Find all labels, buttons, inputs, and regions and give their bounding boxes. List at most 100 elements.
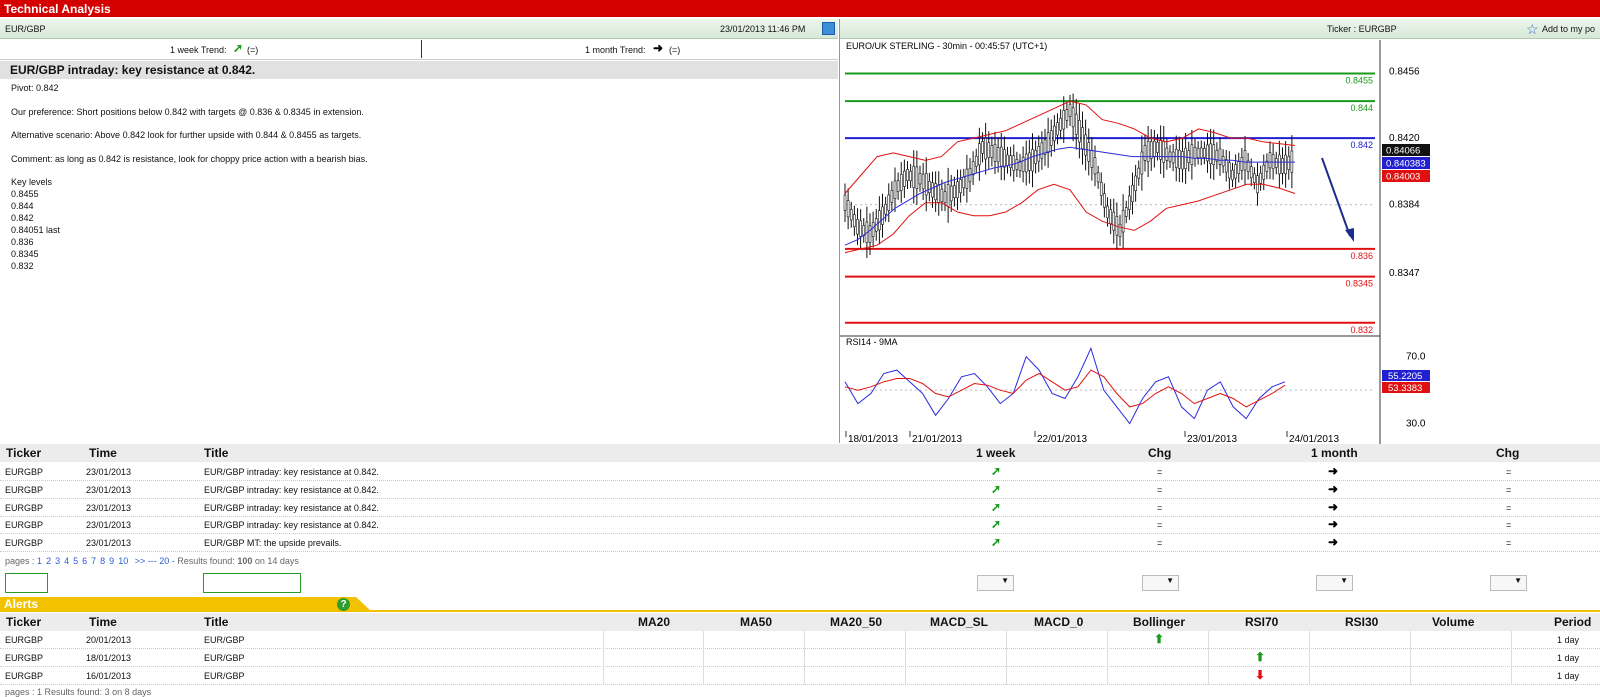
down-arrow-icon: ⬇: [1255, 667, 1266, 682]
price-candle: [956, 181, 959, 199]
price-candle: [1184, 147, 1187, 169]
col-ticker[interactable]: Ticker: [6, 446, 41, 460]
alerts-col-ticker[interactable]: Ticker: [6, 615, 41, 629]
alert-time: 16/01/2013: [86, 670, 132, 681]
row-title-link[interactable]: EUR/GBP intraday: key resistance at 0.84…: [204, 520, 379, 530]
alert-cell: [1309, 648, 1310, 667]
page-link[interactable]: 9: [109, 556, 114, 566]
price-candle: [1009, 155, 1012, 168]
row-title-link[interactable]: EUR/GBP intraday: key resistance at 0.84…: [204, 467, 379, 477]
alerts-col-title[interactable]: Title: [204, 615, 228, 629]
alerts-col-time[interactable]: Time: [89, 615, 117, 629]
alerts-col-macd-sl[interactable]: MACD_SL: [930, 615, 988, 629]
chg-filter-select[interactable]: ▼: [1142, 575, 1179, 591]
month-filter-select[interactable]: ▼: [1316, 575, 1353, 591]
star-icon[interactable]: ☆: [1526, 21, 1539, 38]
alert-title[interactable]: EUR/GBP: [204, 635, 245, 645]
calendar-icon[interactable]: [822, 22, 835, 35]
price-candle: [843, 194, 847, 211]
price-candle: [1234, 164, 1237, 179]
alert-row[interactable]: EURGBP 20/01/2013 EUR/GBP ⬆ 1 day: [0, 631, 1600, 649]
table-row[interactable]: EURGBP 23/01/2013 EUR/GBP intraday: key re…: [0, 516, 1600, 535]
price-candle: [1131, 184, 1134, 203]
up-arrow-icon: ⬆: [1255, 649, 1266, 664]
col-title[interactable]: Title: [204, 446, 228, 460]
alerts-col-bollinger[interactable]: Bollinger: [1133, 615, 1185, 629]
alert-cell: [1107, 666, 1108, 685]
page-link[interactable]: 2: [46, 556, 51, 566]
alert-cell: [1410, 648, 1411, 667]
alert-row[interactable]: EURGBP 16/01/2013 EUR/GBP ⬇ 1 day: [0, 666, 1600, 685]
week-trend-value: (=): [247, 45, 259, 55]
page-link[interactable]: 6: [82, 556, 87, 566]
price-candle: [974, 155, 978, 167]
chg2-filter-select[interactable]: ▼: [1490, 575, 1527, 591]
col-1-week[interactable]: 1 week: [976, 446, 1015, 460]
alerts-col-ma50[interactable]: MA50: [740, 615, 772, 629]
title-filter-input[interactable]: [203, 573, 301, 593]
price-chart[interactable]: 0.8455 0.844 0.842 0.836 0.8345 0.832 0.8456 0…: [840, 40, 1600, 444]
price-candle: [1024, 153, 1028, 173]
price-candle: [1209, 143, 1212, 165]
alerts-col-ma20[interactable]: MA20: [638, 615, 670, 629]
up-right-arrow-icon: ➚: [991, 464, 1002, 478]
page-link[interactable]: 5: [73, 556, 78, 566]
price-tag-label: 0.84066: [1386, 146, 1420, 157]
price-candle: [1006, 154, 1009, 166]
up-right-arrow-icon: ➚: [991, 517, 1002, 532]
alerts-col-rsi70[interactable]: RSI70: [1245, 615, 1278, 629]
price-candle: [899, 173, 903, 191]
alert-title[interactable]: EUR/GBP: [204, 653, 245, 663]
level-label: 0.842: [1350, 140, 1373, 150]
alert-time: 20/01/2013: [86, 635, 132, 645]
col-time[interactable]: Time: [89, 446, 117, 460]
alerts-col-rsi30[interactable]: RSI30: [1345, 615, 1378, 629]
col-chg[interactable]: Chg: [1496, 446, 1519, 460]
up-right-arrow-icon: ➚: [233, 41, 244, 55]
page-link[interactable]: 3: [55, 556, 60, 566]
price-candle: [846, 200, 850, 218]
alert-row[interactable]: EURGBP 18/01/2013 EUR/GBP ⬆ 1 day: [0, 648, 1600, 667]
table-row[interactable]: EURGBP 23/01/2013 EUR/GBP intraday: key re…: [0, 463, 1600, 481]
alerts-tab[interactable]: Alerts: [0, 597, 372, 612]
price-candle: [1074, 113, 1078, 135]
add-to-portfolio-link[interactable]: Add to my po: [1542, 24, 1595, 34]
price-candle: [1099, 181, 1103, 196]
page-link[interactable]: 4: [64, 556, 69, 566]
price-candle: [1031, 149, 1034, 172]
page-link[interactable]: 7: [91, 556, 96, 566]
chart-title: EURO/UK STERLING - 30min - 00:45:57 (UTC…: [846, 41, 1047, 51]
table-row[interactable]: EURGBP 23/01/2013 EUR/GBP MT: the upside p…: [0, 534, 1600, 553]
table-row[interactable]: EURGBP 23/01/2013 EUR/GBP intraday: key re…: [0, 499, 1600, 517]
more-pages-link[interactable]: >> --- 20 -: [135, 556, 175, 566]
ticker-filter-input[interactable]: [5, 573, 48, 593]
right-arrow-icon: ➜: [1328, 481, 1339, 496]
row-title-link[interactable]: EUR/GBP MT: the upside prevails.: [204, 538, 341, 548]
alert-title[interactable]: EUR/GBP: [204, 671, 245, 681]
alert-cell: [1208, 666, 1209, 685]
row-time: 23/01/2013: [86, 467, 132, 477]
table-row[interactable]: EURGBP 23/01/2013 EUR/GBP intraday: key re…: [0, 481, 1600, 499]
row-title-link[interactable]: EUR/GBP intraday: key resistance at 0.84…: [204, 485, 379, 495]
row-chg: =: [1506, 502, 1512, 513]
page-link[interactable]: 1: [37, 556, 42, 566]
alerts-col-ma20-50[interactable]: MA20_50: [830, 615, 882, 629]
price-candle: [1037, 146, 1041, 162]
row-title-link[interactable]: EUR/GBP intraday: key resistance at 0.84…: [204, 503, 379, 513]
price-candle: [1140, 151, 1144, 175]
alert-cell: [804, 648, 805, 667]
price-candle: [1153, 140, 1156, 157]
page-link[interactable]: 10: [118, 556, 128, 566]
alerts-col-macd-0[interactable]: MACD_0: [1034, 615, 1083, 629]
price-candle: [1003, 149, 1006, 168]
alerts-col-volume[interactable]: Volume: [1432, 615, 1474, 629]
divider: [421, 40, 422, 58]
help-icon[interactable]: ?: [337, 598, 350, 611]
alert-cell: [703, 648, 704, 667]
price-candle: [981, 141, 984, 154]
alerts-col-period[interactable]: Period: [1554, 615, 1591, 629]
col-1-month[interactable]: 1 month: [1311, 446, 1358, 460]
col-chg[interactable]: Chg: [1148, 446, 1171, 460]
page-link[interactable]: 8: [100, 556, 105, 566]
week-filter-select[interactable]: ▼: [977, 575, 1014, 591]
